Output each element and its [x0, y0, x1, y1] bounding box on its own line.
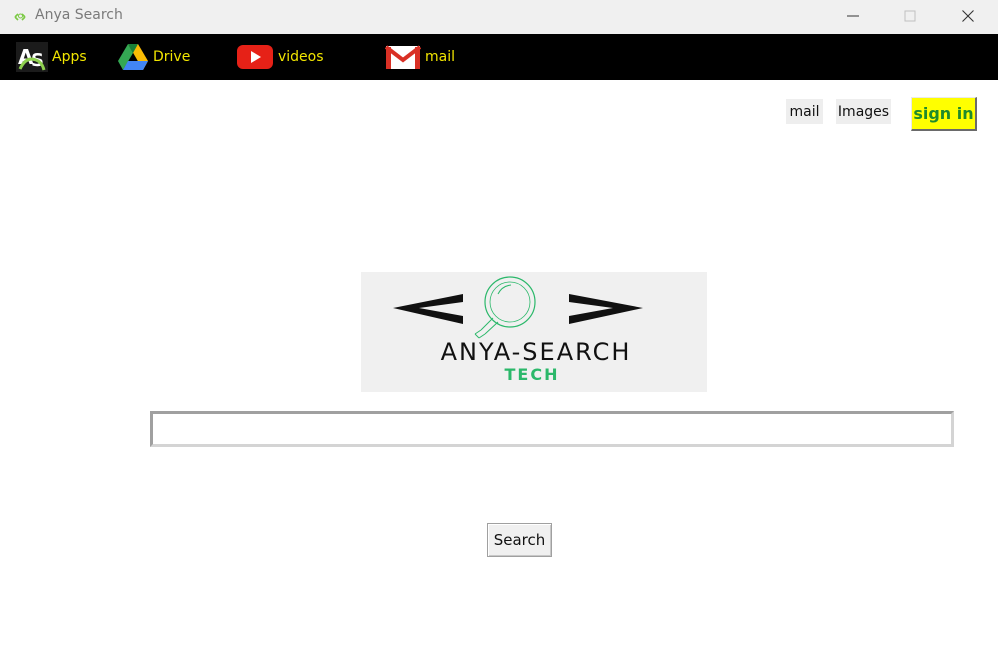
toolbar-mail-label: mail — [425, 49, 455, 65]
maximize-button[interactable] — [887, 0, 933, 32]
images-link[interactable]: Images — [836, 99, 891, 124]
bookmark-toolbar: A S Apps Drive videos mail — [0, 34, 998, 80]
magnifier-icon — [474, 276, 536, 339]
toolbar-apps[interactable]: A S Apps — [16, 34, 87, 80]
logo-graphic — [393, 276, 643, 339]
right-chevron-icon — [569, 294, 643, 324]
toolbar-videos[interactable]: videos — [236, 34, 324, 80]
maximize-icon — [904, 10, 916, 22]
toolbar-drive[interactable]: Drive — [117, 34, 190, 80]
sign-in-button[interactable]: sign in — [911, 97, 977, 131]
apps-logo-icon: A S — [16, 42, 48, 72]
title-bar: Anya Search — [0, 0, 998, 34]
logo-brand-text: ANYA-SEARCH — [440, 338, 632, 366]
toolbar-videos-label: videos — [278, 49, 324, 65]
logo-sub-text: TECH — [504, 365, 560, 384]
toolbar-apps-label: Apps — [52, 49, 87, 65]
mail-link[interactable]: mail — [786, 99, 823, 124]
window-title: Anya Search — [35, 7, 123, 23]
close-icon — [962, 10, 974, 22]
anya-logo-icon — [14, 13, 26, 21]
close-button[interactable] — [945, 0, 991, 32]
minimize-icon — [847, 15, 859, 17]
toolbar-drive-label: Drive — [153, 49, 191, 65]
google-drive-icon — [118, 44, 148, 70]
search-button[interactable]: Search — [487, 523, 552, 557]
gmail-icon — [385, 45, 421, 69]
toolbar-mail[interactable]: mail — [385, 34, 455, 80]
search-input[interactable] — [150, 411, 954, 447]
youtube-icon — [237, 45, 273, 69]
minimize-button[interactable] — [830, 0, 876, 32]
anya-search-logo: ANYA-SEARCH TECH — [361, 272, 707, 392]
left-chevron-icon — [393, 294, 463, 324]
